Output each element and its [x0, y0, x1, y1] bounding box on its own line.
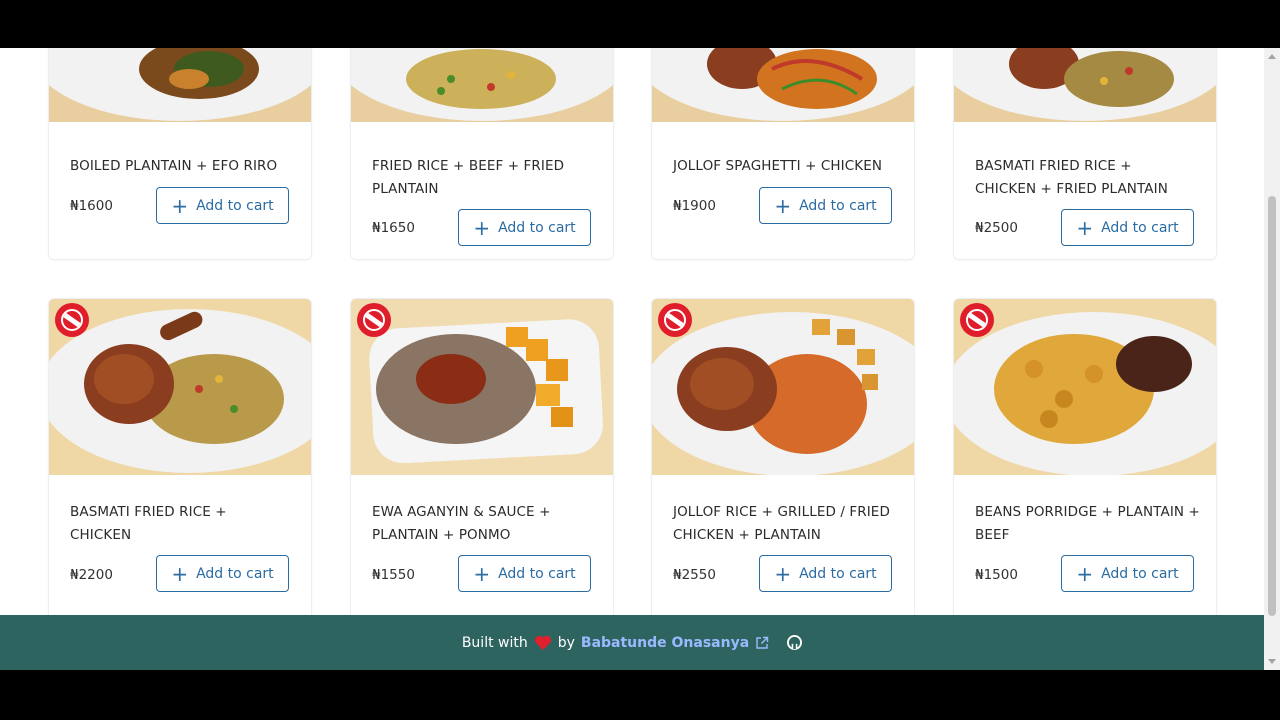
dish-price: ₦1600	[70, 198, 113, 214]
dish-photo	[49, 299, 311, 475]
add-to-cart-label: Add to cart	[498, 219, 576, 236]
add-to-cart-button[interactable]: + Add to cart	[156, 555, 289, 592]
menu-card: BASMATI FRIED RICE + CHICKEN ₦2200 + Add …	[48, 298, 312, 628]
plus-icon: +	[1076, 215, 1094, 240]
plus-icon: +	[171, 193, 189, 218]
scrollbar-thumb[interactable]	[1268, 196, 1276, 616]
plus-icon: +	[774, 561, 792, 586]
plus-icon: +	[1076, 561, 1094, 586]
dish-photo	[954, 48, 1216, 122]
heart-icon	[534, 635, 551, 650]
plus-icon: +	[171, 561, 189, 586]
dish-price: ₦1500	[975, 567, 1018, 583]
add-to-cart-label: Add to cart	[799, 565, 877, 582]
add-to-cart-label: Add to cart	[196, 197, 274, 214]
menu-card: JOLLOF SPAGHETTI + CHICKEN ₦1900 + Add to…	[651, 48, 915, 260]
add-to-cart-button[interactable]: + Add to cart	[458, 209, 591, 246]
dish-name: BASMATI FRIED RICE + CHICKEN	[70, 504, 227, 543]
add-to-cart-button[interactable]: + Add to cart	[1061, 555, 1194, 592]
menu-card: EWA AGANYIN & SAUCE + PLANTAIN + PONMO ₦…	[350, 298, 614, 628]
add-to-cart-label: Add to cart	[1101, 219, 1179, 236]
menu-card: BEANS PORRIDGE + PLANTAIN + BEEF ₦1500 +…	[953, 298, 1217, 628]
add-to-cart-label: Add to cart	[196, 565, 274, 582]
dish-name: EWA AGANYIN & SAUCE + PLANTAIN + PONMO	[372, 504, 551, 543]
spicy-badge-icon	[357, 303, 391, 337]
external-link-icon[interactable]	[755, 636, 769, 650]
dish-name: BASMATI FRIED RICE + CHICKEN + FRIED PLA…	[975, 158, 1168, 197]
dish-price: ₦1550	[372, 567, 415, 583]
page-viewport: BOILED PLANTAIN + EFO RIRO ₦1600 + Add to…	[0, 48, 1280, 670]
add-to-cart-button[interactable]: + Add to cart	[458, 555, 591, 592]
vertical-scrollbar[interactable]	[1264, 48, 1280, 670]
dish-price: ₦1650	[372, 220, 415, 236]
dish-price: ₦1900	[673, 198, 716, 214]
menu-card: FRIED RICE + BEEF + FRIED PLANTAIN ₦1650…	[350, 48, 614, 260]
dish-name: JOLLOF RICE + GRILLED / FRIED CHICKEN + …	[673, 504, 890, 543]
dish-photo	[351, 299, 613, 475]
dish-photo	[954, 299, 1216, 475]
plus-icon: +	[473, 215, 491, 240]
dish-photo	[49, 48, 311, 122]
github-icon[interactable]	[787, 635, 803, 650]
built-with-text: Built with	[461, 634, 528, 651]
dish-name: JOLLOF SPAGHETTI + CHICKEN	[673, 158, 883, 174]
add-to-cart-label: Add to cart	[799, 197, 877, 214]
spicy-badge-icon	[55, 303, 89, 337]
by-text: by	[557, 634, 575, 651]
dish-price: ₦2500	[975, 220, 1018, 236]
add-to-cart-button[interactable]: + Add to cart	[156, 187, 289, 224]
dish-price: ₦2550	[673, 567, 716, 583]
add-to-cart-button[interactable]: + Add to cart	[1061, 209, 1194, 246]
author-link[interactable]: Babatunde Onasanya	[581, 635, 749, 651]
dish-photo	[652, 48, 914, 122]
add-to-cart-button[interactable]: + Add to cart	[759, 187, 892, 224]
scroll-down-icon[interactable]	[1268, 659, 1276, 664]
dish-price: ₦2200	[70, 567, 113, 583]
menu-card: BASMATI FRIED RICE + CHICKEN + FRIED PLA…	[953, 48, 1217, 260]
spicy-badge-icon	[658, 303, 692, 337]
menu-card: BOILED PLANTAIN + EFO RIRO ₦1600 + Add to…	[48, 48, 312, 260]
screen-frame: BOILED PLANTAIN + EFO RIRO ₦1600 + Add to…	[0, 0, 1280, 720]
dish-name: FRIED RICE + BEEF + FRIED PLANTAIN	[372, 158, 565, 197]
dish-name: BOILED PLANTAIN + EFO RIRO	[70, 158, 278, 174]
spicy-badge-icon	[960, 303, 994, 337]
plus-icon: +	[473, 561, 491, 586]
page-footer: Built with by Babatunde Onasanya	[0, 615, 1264, 670]
dish-name: BEANS PORRIDGE + PLANTAIN + BEEF	[975, 504, 1200, 543]
plus-icon: +	[774, 193, 792, 218]
dish-photo	[652, 299, 914, 475]
add-to-cart-button[interactable]: + Add to cart	[759, 555, 892, 592]
dish-photo	[351, 48, 613, 122]
add-to-cart-label: Add to cart	[1101, 565, 1179, 582]
scroll-up-icon[interactable]	[1268, 54, 1276, 59]
menu-card: JOLLOF RICE + GRILLED / FRIED CHICKEN + …	[651, 298, 915, 628]
add-to-cart-label: Add to cart	[498, 565, 576, 582]
